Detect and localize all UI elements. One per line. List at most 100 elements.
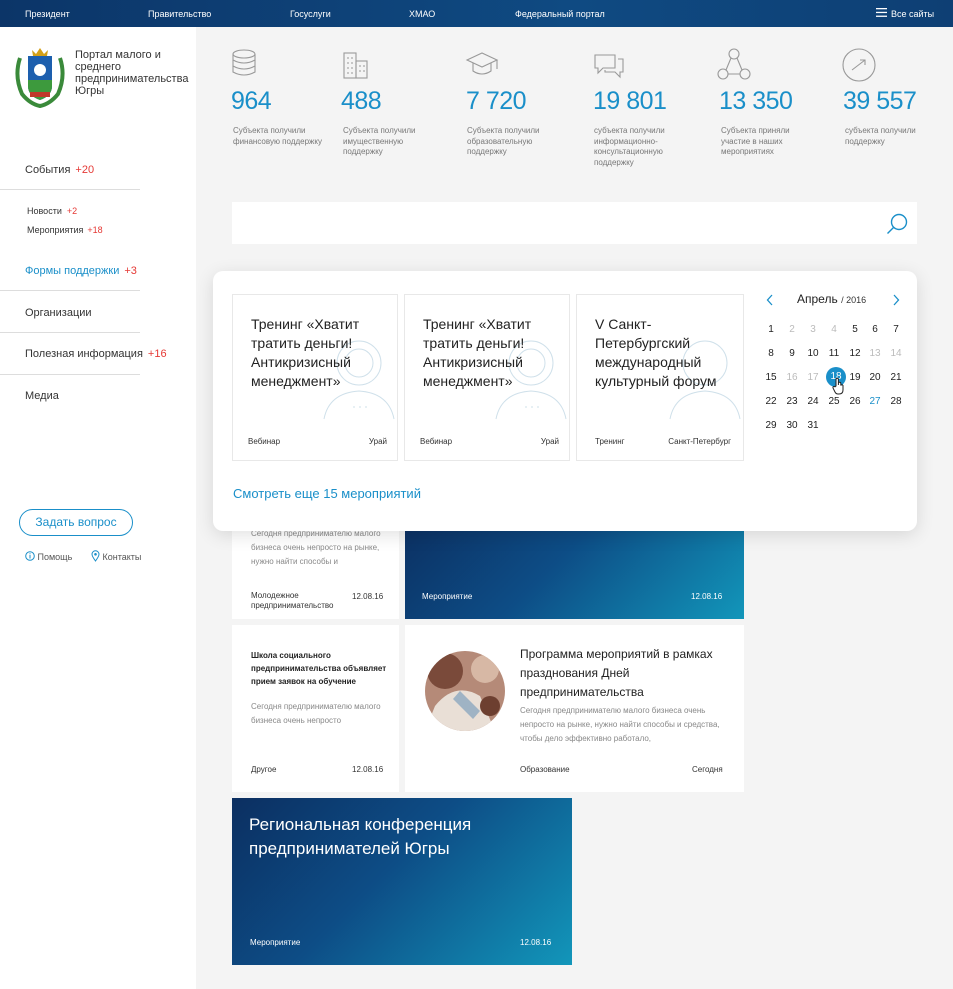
- search-icon[interactable]: [885, 212, 909, 241]
- card-date: 12.08.16: [352, 765, 384, 774]
- help-label: Помощь: [37, 552, 73, 562]
- calendar-day[interactable]: 14: [886, 348, 906, 359]
- menu-icon[interactable]: [876, 8, 887, 19]
- calendar-day[interactable]: 21: [886, 372, 906, 383]
- nav-news[interactable]: Новости +2: [27, 206, 77, 216]
- stat-desc: Субъекта приняли участие в наших меропри…: [721, 126, 790, 156]
- contacts-link[interactable]: Контакты: [91, 550, 141, 562]
- card-text: Сегодня предпринимателю малого бизнеса о…: [251, 702, 381, 725]
- trend-arrow-icon: [841, 47, 877, 83]
- calendar-day[interactable]: 16: [782, 372, 802, 383]
- card-date: 12.08.16: [352, 592, 384, 601]
- calendar-day[interactable]: 28: [886, 396, 906, 407]
- event-place: Санкт-Петербург: [668, 437, 731, 446]
- calendar-day[interactable]: 23: [782, 396, 802, 407]
- calendar-day[interactable]: 31: [803, 420, 823, 431]
- calendar-day[interactable]: 17: [803, 372, 823, 383]
- calendar-day[interactable]: 9: [782, 348, 802, 359]
- hand-cursor-icon: [832, 377, 846, 400]
- nav-support[interactable]: Формы поддержки +3: [25, 265, 137, 277]
- card-category: Мероприятие: [250, 938, 301, 947]
- stat-desc: субъекта получили поддержку: [845, 126, 916, 146]
- calendar-day[interactable]: 27: [865, 396, 885, 407]
- all-sites-link[interactable]: Все сайты: [891, 9, 934, 19]
- program-photo: [425, 651, 505, 731]
- building-icon: [339, 47, 375, 83]
- nav-useful-label: Полезная информация: [25, 348, 143, 360]
- nav-useful-count: +16: [147, 348, 167, 360]
- calendar-prev-icon[interactable]: [766, 293, 774, 311]
- card-title: Школа социального предпринимательства об…: [251, 651, 387, 686]
- event-title: Тренинг «Хватит тратить деньги! Антикриз…: [423, 316, 532, 389]
- card-category: Молодежное предпринимательство: [251, 591, 334, 610]
- event-card[interactable]: Тренинг «Хватит тратить деньги! Антикриз…: [404, 294, 570, 461]
- calendar-day[interactable]: 3: [803, 324, 823, 335]
- stat-value: 488: [341, 87, 382, 115]
- ask-question-button[interactable]: Задать вопрос: [19, 509, 133, 536]
- nav-activities-label: Мероприятия: [27, 225, 84, 235]
- calendar-day[interactable]: 5: [845, 324, 865, 335]
- stat-desc: Субъекта получили имущественную поддержк…: [343, 126, 416, 156]
- coat-of-arms-logo[interactable]: [12, 44, 68, 109]
- stat-desc: Субъекта получили образовательную поддер…: [467, 126, 540, 156]
- portal-title[interactable]: Портал малого и среднего предприниматель…: [75, 49, 195, 97]
- nav-media[interactable]: Медиа: [25, 390, 59, 402]
- calendar-day[interactable]: 4: [824, 324, 844, 335]
- calendar-day[interactable]: 22: [761, 396, 781, 407]
- calendar-day[interactable]: 15: [761, 372, 781, 383]
- calendar-day[interactable]: 8: [761, 348, 781, 359]
- stat-value: 19 801: [593, 87, 667, 115]
- calendar-day[interactable]: 7: [886, 324, 906, 335]
- card-date: 12.08.16: [520, 938, 552, 947]
- card-category: Образование: [520, 765, 570, 774]
- nav-activities-count: +18: [87, 225, 103, 235]
- calendar-day[interactable]: 26: [845, 396, 865, 407]
- stat-value: 7 720: [466, 87, 527, 115]
- calendar-day[interactable]: 29: [761, 420, 781, 431]
- card-text: Сегодня предпринимателю малого бизнеса о…: [251, 529, 381, 566]
- link-federal-portal[interactable]: Федеральный портал: [515, 9, 605, 19]
- calendar-day[interactable]: 10: [803, 348, 823, 359]
- event-title: V Санкт-Петербургский международный куль…: [595, 316, 717, 389]
- event-type: Вебинар: [420, 437, 453, 446]
- help-link[interactable]: Помощь: [25, 551, 72, 562]
- event-card[interactable]: Тренинг «Хватит тратить деньги! Антикриз…: [232, 294, 398, 461]
- calendar-next-icon[interactable]: [892, 293, 900, 311]
- event-card[interactable]: V Санкт-Петербургский международный куль…: [576, 294, 744, 461]
- calendar-day[interactable]: 24: [803, 396, 823, 407]
- divider: [0, 290, 140, 291]
- calendar-day[interactable]: 20: [865, 372, 885, 383]
- divider: [0, 332, 140, 333]
- link-hmao[interactable]: ХМАО: [409, 9, 435, 19]
- more-events-link[interactable]: Смотреть еще 15 мероприятий: [233, 486, 421, 501]
- calendar-day[interactable]: 13: [865, 348, 885, 359]
- nav-news-count: +2: [66, 206, 78, 216]
- link-gosuslugi[interactable]: Госуслуги: [290, 9, 331, 19]
- link-president[interactable]: Президент: [25, 9, 70, 19]
- card-category: Другое: [251, 765, 277, 774]
- calendar-day[interactable]: 12: [845, 348, 865, 359]
- calendar-day[interactable]: 6: [865, 324, 885, 335]
- calendar-day[interactable]: 30: [782, 420, 802, 431]
- link-government[interactable]: Правительство: [148, 9, 211, 19]
- nav-useful-info[interactable]: Полезная информация +16: [25, 348, 167, 360]
- search-input[interactable]: [232, 202, 917, 244]
- nav-events[interactable]: События +20: [25, 164, 94, 176]
- card-title: Региональная конференция предпринимателе…: [249, 815, 472, 858]
- contacts-label: Контакты: [102, 552, 142, 562]
- nav-organizations[interactable]: Организации: [25, 307, 92, 319]
- nav-support-label: Формы поддержки: [25, 265, 120, 277]
- calendar-day[interactable]: 11: [824, 348, 844, 359]
- card-category: Мероприятие: [422, 592, 473, 601]
- calendar-year: / 2016: [841, 295, 867, 305]
- nav-support-count: +3: [124, 265, 137, 277]
- stat-desc: субъекта получили информационно-консульт…: [594, 126, 665, 167]
- nav-activities[interactable]: Мероприятия +18: [27, 225, 103, 235]
- calendar-day[interactable]: 2: [782, 324, 802, 335]
- divider: [0, 189, 140, 190]
- event-title: Тренинг «Хватит тратить деньги! Антикриз…: [251, 316, 360, 389]
- calendar-day[interactable]: 19: [845, 372, 865, 383]
- card-title: Программа мероприятий в рамках празднова…: [520, 647, 713, 699]
- stat-value: 39 557: [843, 87, 917, 115]
- calendar-day[interactable]: 1: [761, 324, 781, 335]
